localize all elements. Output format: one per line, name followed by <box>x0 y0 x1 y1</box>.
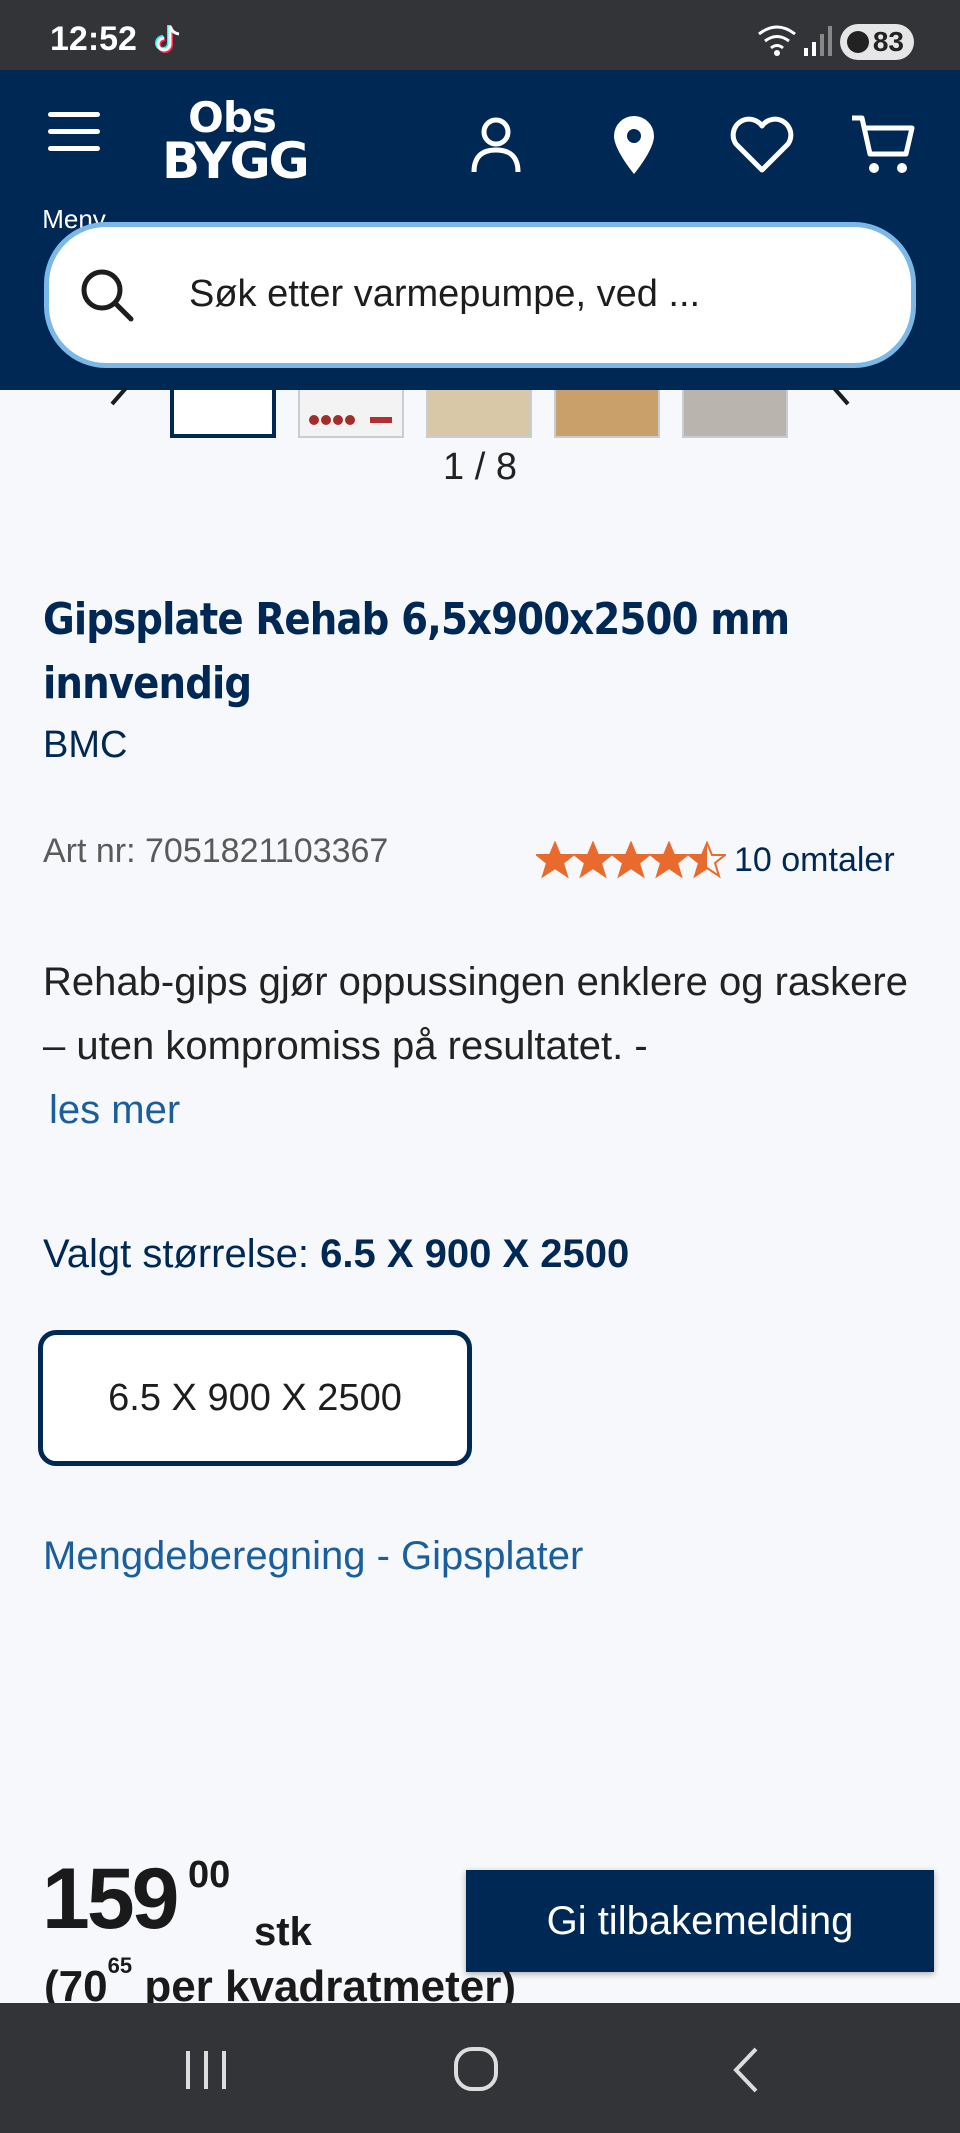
star-icon <box>536 841 574 879</box>
unit-price-decimals: 65 <box>107 1953 133 1979</box>
menu-button[interactable]: Meny <box>38 108 110 234</box>
thumbnail-3[interactable] <box>426 390 532 438</box>
star-rating <box>536 841 726 879</box>
image-counter: 1 / 8 <box>443 446 517 488</box>
article-number: Art nr: 7051821103367 <box>43 832 389 870</box>
thumbnail-1[interactable] <box>170 390 276 438</box>
product-description: Rehab-gips gjør oppussingen enklere og r… <box>43 950 923 1142</box>
product-rating[interactable]: 10 omtaler <box>536 836 895 884</box>
thumbnail-2[interactable] <box>298 390 404 438</box>
status-bar: 12:52 83 <box>0 0 960 70</box>
description-text: Rehab-gips gjør oppussingen enklere og r… <box>43 960 908 1068</box>
thumbnail-5[interactable] <box>682 390 788 438</box>
chevron-left-icon[interactable] <box>104 386 134 426</box>
search-icon <box>81 269 134 322</box>
product-title: Gipsplate Rehab 6,5x900x2500 mm innvendi… <box>43 594 790 709</box>
price-decimals: 00 <box>188 1854 231 1896</box>
size-option-button[interactable]: 6.5 X 900 X 2500 <box>38 1330 472 1466</box>
battery-saver-icon <box>847 31 869 53</box>
star-icon <box>612 841 650 879</box>
chevron-right-icon[interactable] <box>826 386 856 426</box>
battery-indicator: 83 <box>840 24 914 60</box>
star-icon <box>574 841 612 879</box>
price-unit: stk <box>254 1910 312 1954</box>
feedback-button[interactable]: Gi tilbakemelding <box>466 1870 934 1972</box>
search-input[interactable]: Søk etter varmepumpe, ved ... <box>189 273 700 316</box>
recent-apps-icon[interactable] <box>176 2043 236 2097</box>
product-brand[interactable]: BMC <box>43 724 127 767</box>
image-thumbnail-strip <box>0 386 960 450</box>
heart-icon[interactable] <box>726 110 798 182</box>
price-integer: 159 <box>42 1851 179 1947</box>
account-icon[interactable] <box>460 110 532 182</box>
obs-bygg-logo[interactable]: Obs BYGG <box>162 97 310 198</box>
battery-level: 83 <box>872 26 904 57</box>
search-bar[interactable]: Søk etter varmepumpe, ved ... <box>44 222 916 368</box>
signal-icon <box>804 26 832 56</box>
selected-size: Valgt størrelse: 6.5 X 900 X 2500 <box>43 1232 629 1277</box>
size-option-label: 6.5 X 900 X 2500 <box>108 1376 402 1419</box>
star-icon <box>650 841 688 879</box>
location-pin-icon[interactable] <box>598 110 670 182</box>
back-icon[interactable] <box>716 2043 776 2097</box>
read-more-link[interactable]: les mer <box>43 1078 923 1142</box>
quantity-calculator-link[interactable]: Mengdeberegning - Gipsplater <box>43 1534 583 1579</box>
site-header: Meny Obs BYGG Søk etter varmepumpe, ved … <box>0 70 960 390</box>
home-icon[interactable] <box>446 2043 506 2097</box>
thumbnail-4[interactable] <box>554 390 660 438</box>
reviews-link[interactable]: 10 omtaler <box>734 841 895 880</box>
status-time: 12:52 <box>50 20 137 58</box>
logo-line2: BYGG <box>162 131 310 190</box>
selected-size-value: 6.5 X 900 X 2500 <box>320 1232 630 1276</box>
hamburger-icon <box>48 112 100 152</box>
wifi-icon <box>758 25 796 56</box>
thumbnail-icons-graphic <box>309 415 392 425</box>
star-icon <box>688 841 726 879</box>
system-nav-bar <box>0 2003 960 2133</box>
cart-icon[interactable] <box>848 110 920 182</box>
tiktok-icon <box>155 25 180 53</box>
selected-size-label: Valgt størrelse: <box>43 1232 309 1276</box>
